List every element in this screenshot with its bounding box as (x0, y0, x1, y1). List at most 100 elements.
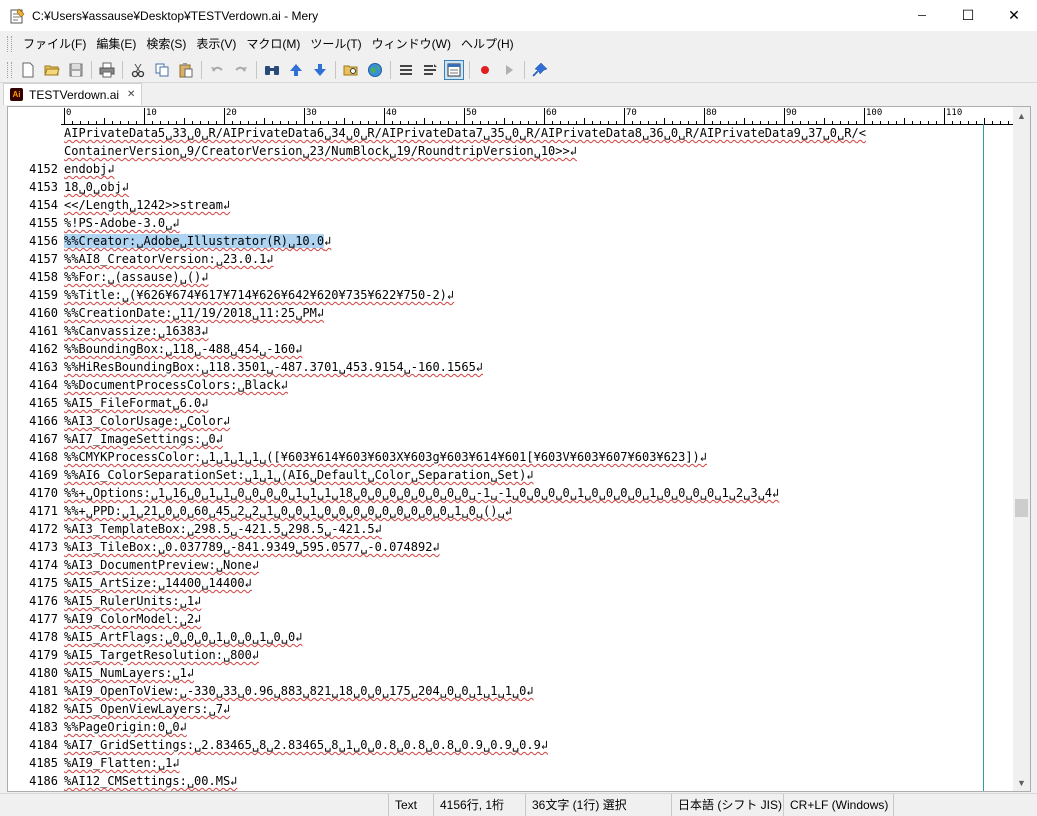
list-button[interactable] (396, 60, 416, 80)
ruler-tick (864, 108, 865, 124)
code-line[interactable]: %AI5_ArtSize:␣14400␣14400↲ (64, 574, 1018, 592)
undo-button[interactable] (207, 60, 227, 80)
menu-window[interactable]: ウィンドウ(W) (367, 34, 456, 54)
text-editor[interactable]: 0 10 20 30 40 50 60 70 80 90 100 110 4152 4153 4154 41… (7, 106, 1031, 792)
web-browser-button[interactable] (365, 60, 385, 80)
ruler-label: 60 (546, 108, 557, 118)
scroll-down-icon[interactable]: ▼ (1013, 774, 1030, 791)
window-icon (447, 63, 461, 76)
code-line[interactable]: %AI3_TileBox:␣0.037789␣-841.9349␣595.057… (64, 538, 1018, 556)
menu-view[interactable]: 表示(V) (191, 34, 241, 54)
code-line[interactable]: %AI9_Flatten:␣1↲ (64, 754, 1018, 772)
menu-edit[interactable]: 編集(E) (91, 34, 141, 54)
menu-grip[interactable] (7, 36, 12, 52)
code-line[interactable]: %AI7_ImageSettings:␣0↲ (64, 430, 1018, 448)
code-line[interactable]: %%PageOrigin:0␣0↲ (64, 718, 1018, 736)
illustrator-file-icon: Ai (10, 88, 23, 101)
menu-macro[interactable]: マクロ(M) (241, 34, 305, 54)
scroll-up-icon[interactable]: ▲ (1013, 107, 1030, 124)
code-line[interactable]: %%HiResBoundingBox:␣118.3501␣-487.3701␣4… (64, 358, 1018, 376)
line-number: 4185 (29, 756, 58, 770)
code-line[interactable]: ContainerVersion␣9/CreatorVersion␣23/Num… (64, 142, 1018, 160)
toolbar-separator (91, 60, 92, 79)
tab-document[interactable]: Ai TESTVerdown.ai ✕ (3, 83, 143, 105)
code-line[interactable]: %%+␣PPD:␣1␣21␣0␣0␣60␣45␣2␣2␣1␣0␣0␣1␣0␣0␣… (64, 502, 1018, 520)
code-line[interactable]: %AI5_TargetResolution:␣800↲ (64, 646, 1018, 664)
maximize-button[interactable]: ☐ (945, 0, 991, 31)
code-line[interactable]: %AI9_ColorModel:␣2↲ (64, 610, 1018, 628)
new-file-button[interactable] (18, 60, 38, 80)
find-prev-button[interactable] (286, 60, 306, 80)
code-line[interactable]: %!PS-Adobe-3.0␣↲ (64, 214, 1018, 232)
cut-button[interactable] (128, 60, 148, 80)
line-end-mark: ↲ (324, 234, 332, 248)
menu-search[interactable]: 検索(S) (141, 34, 191, 54)
code-line[interactable]: %AI3_ColorUsage:␣Color↲ (64, 412, 1018, 430)
status-encoding[interactable]: 日本語 (シフト JIS) (671, 794, 783, 816)
code-line[interactable]: endobj↲ (64, 160, 1018, 178)
code-line[interactable]: %AI9_OpenToView:␣-330␣33␣0.96␣883␣821␣18… (64, 682, 1018, 700)
toolbar-grip[interactable] (7, 61, 12, 78)
ruler-tick (704, 108, 705, 124)
line-number: 4163 (29, 360, 58, 374)
code-line[interactable]: %AI5_NumLayers:␣1↲ (64, 664, 1018, 682)
scroll-thumb[interactable] (1015, 499, 1028, 517)
print-button[interactable] (97, 60, 117, 80)
line-number: 4174 (29, 558, 58, 572)
view-mode-button[interactable] (444, 59, 464, 80)
list-detail-button[interactable] (420, 60, 440, 80)
code-line[interactable]: %AI5_OpenViewLayers:␣7↲ (64, 700, 1018, 718)
code-line[interactable]: %AI3_DocumentPreview:␣None↲ (64, 556, 1018, 574)
code-line[interactable]: %%DocumentProcessColors:␣Black↲ (64, 376, 1018, 394)
save-button[interactable] (66, 60, 86, 80)
selected-text[interactable]: %%Creator:␣Adobe␣Illustrator(R)␣10.0 (64, 234, 325, 248)
find-in-files-button[interactable] (341, 60, 361, 80)
code-line[interactable]: %%AI8_CreatorVersion:␣23.0.1↲ (64, 250, 1018, 268)
menu-tools[interactable]: ツール(T) (305, 34, 366, 54)
code-line[interactable]: 18␣0␣obj↲ (64, 178, 1018, 196)
find-button[interactable] (262, 60, 282, 80)
record-macro-button[interactable] (475, 60, 495, 80)
code-line[interactable]: %AI7_GridSettings:␣2.83465␣8␣2.83465␣8␣1… (64, 736, 1018, 754)
code-line[interactable]: %%CreationDate:␣11/19/2018␣11:25␣PM↲ (64, 304, 1018, 322)
code-line[interactable]: %%Creator:␣Adobe␣Illustrator(R)␣10.0↲ (64, 232, 1018, 250)
vertical-scrollbar[interactable]: ▲ ▼ (1013, 107, 1030, 791)
line-number: 4158 (29, 270, 58, 284)
menu-help[interactable]: ヘルプ(H) (456, 34, 519, 54)
line-number: 4155 (29, 216, 58, 230)
code-line[interactable]: %AI5_RulerUnits:␣1↲ (64, 592, 1018, 610)
code-line[interactable]: %%CMYKProcessColor:␣1␣1␣1␣1␣([¥603¥614¥6… (64, 448, 1018, 466)
find-next-button[interactable] (310, 60, 330, 80)
ruler-label: 110 (946, 108, 963, 118)
pin-button[interactable] (530, 60, 550, 80)
globe-icon (368, 62, 382, 77)
wrap-column-marker (983, 124, 984, 791)
ruler-tick (784, 108, 785, 124)
copy-button[interactable] (152, 60, 172, 80)
code-line[interactable]: %%BoundingBox:␣118␣-488␣454␣-160↲ (64, 340, 1018, 358)
code-line[interactable]: AIPrivateData5␣33␣0␣R/AIPrivateData6␣34␣… (64, 124, 1018, 142)
code-line[interactable]: %AI5_FileFormat␣6.0↲ (64, 394, 1018, 412)
code-line[interactable]: %AI12_CMSettings:␣00.MS↲ (64, 772, 1018, 790)
code-line[interactable]: <</Length␣1242>>stream↲ (64, 196, 1018, 214)
code-line[interactable]: %%+␣Options:␣1␣16␣0␣1␣1␣0␣0␣0␣0␣1␣1␣1␣18… (64, 484, 1018, 502)
code-line[interactable]: %AI5_ArtFlags:␣0␣0␣0␣1␣0␣0␣1␣0␣0↲ (64, 628, 1018, 646)
code-line[interactable]: %%AI6_ColorSeparationSet:␣1␣1␣(AI6␣Defau… (64, 466, 1018, 484)
ruler-tick (304, 108, 305, 124)
toolbar-separator (201, 60, 202, 79)
ruler-tick (224, 108, 225, 124)
menu-file[interactable]: ファイル(F) (18, 34, 91, 54)
code-line[interactable]: %%For:␣(assause)␣()↲ (64, 268, 1018, 286)
open-file-button[interactable] (42, 60, 62, 80)
text-area[interactable]: AIPrivateData5␣33␣0␣R/AIPrivateData6␣34␣… (64, 124, 1018, 790)
status-line-ending[interactable]: CR+LF (Windows) (783, 794, 893, 816)
play-macro-button[interactable] (499, 60, 519, 80)
tab-close-icon[interactable]: ✕ (127, 89, 135, 100)
paste-button[interactable] (176, 60, 196, 80)
close-button[interactable]: ✕ (991, 0, 1037, 31)
code-line[interactable]: %AI3_TemplateBox:␣298.5␣-421.5␣298.5␣-42… (64, 520, 1018, 538)
redo-button[interactable] (231, 60, 251, 80)
minimize-button[interactable]: ─ (899, 0, 945, 31)
code-line[interactable]: %%Title:␣(¥626¥674¥617¥714¥626¥642¥620¥7… (64, 286, 1018, 304)
code-line[interactable]: %%Canvassize:␣16383↲ (64, 322, 1018, 340)
